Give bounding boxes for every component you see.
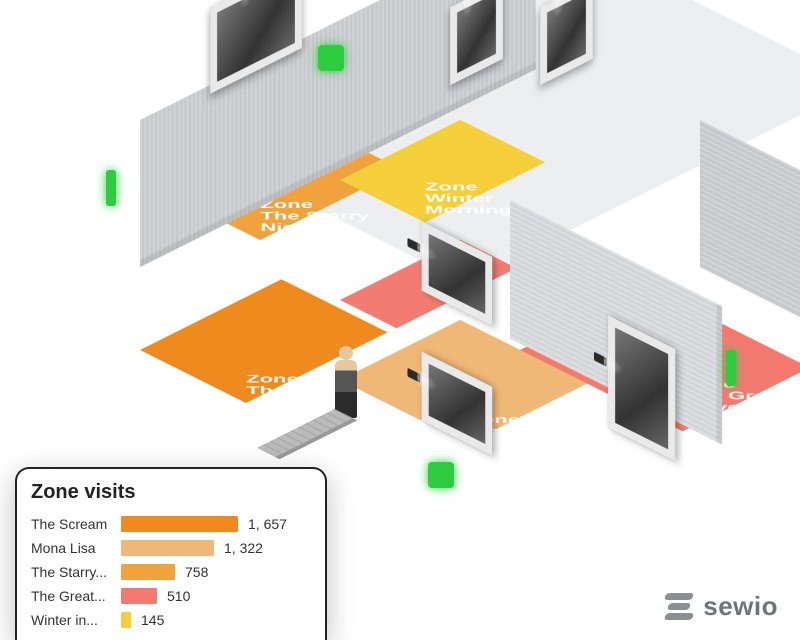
chart-row-bar <box>121 588 157 604</box>
chart-row-bar <box>121 540 214 556</box>
sensor-icon <box>726 350 736 386</box>
chart-rows: The Scream 1, 657 Mona Lisa 1, 322 The Starr… <box>31 512 311 632</box>
chart-row: Winter in... 145 <box>31 608 311 632</box>
chart-row-value: 758 <box>185 564 208 580</box>
sensor-icon <box>106 170 116 206</box>
brand-mark-icon <box>665 593 693 621</box>
chart-row-bar <box>121 612 131 628</box>
chart-row: Mona Lisa 1, 322 <box>31 536 311 560</box>
chart-row-label: The Scream <box>31 516 111 532</box>
sensor-icon <box>318 45 344 71</box>
chart-row-value: 1, 322 <box>224 540 263 556</box>
chart-row-label: Mona Lisa <box>31 540 111 556</box>
brand-name: sewio <box>703 591 778 622</box>
chart-row-value: 1, 657 <box>248 516 287 532</box>
zone-label: Zone Winter Morning <box>425 181 512 216</box>
zone-label: Zone The Starry Night <box>260 198 369 233</box>
chart-row-value: 510 <box>167 588 190 604</box>
visitor-figure <box>335 360 357 418</box>
chart-row-value: 145 <box>141 612 164 628</box>
chart-row-label: The Great... <box>31 588 111 604</box>
chart-row-label: The Starry... <box>31 564 111 580</box>
chart-row: The Great... 510 <box>31 584 311 608</box>
bench <box>257 409 353 457</box>
chart-row: The Scream 1, 657 <box>31 512 311 536</box>
brand-logo: sewio <box>665 591 778 622</box>
stage: Zone The Starry Night Zone The Scream Zo… <box>0 0 800 640</box>
chart-row: The Starry... 758 <box>31 560 311 584</box>
zone-visits-card: Zone visits The Scream 1, 657 Mona Lisa 1, … <box>15 467 327 640</box>
chart-row-label: Winter in... <box>31 612 111 628</box>
chart-row-bar <box>121 564 175 580</box>
chart-title: Zone visits <box>31 481 311 504</box>
chart-row-bar <box>121 516 238 532</box>
sensor-icon <box>428 462 454 488</box>
